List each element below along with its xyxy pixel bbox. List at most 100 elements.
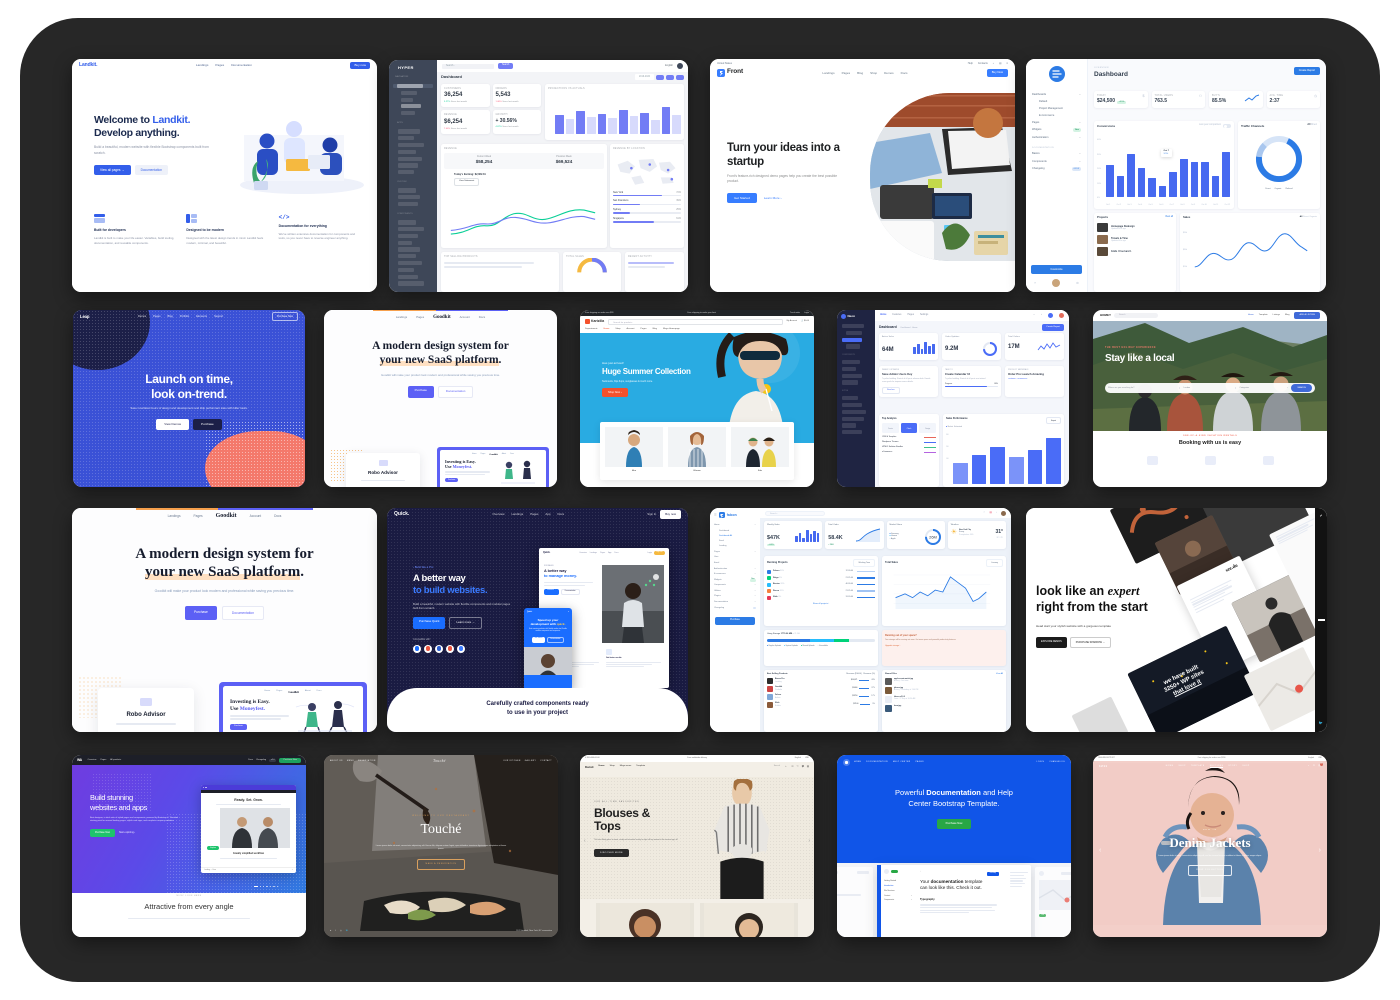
compare-icon[interactable]: ⇄ (802, 765, 804, 768)
cart-icon[interactable]: ▤ (807, 765, 809, 768)
docs-nav-3[interactable]: PAGES (916, 761, 924, 764)
falcon-search-input[interactable]: Search... (765, 510, 825, 516)
kartzilla-category-men[interactable]: Men (605, 427, 663, 475)
docs-login-link[interactable]: LOGIN (1036, 761, 1044, 764)
quick-buy-button[interactable]: Buy now (660, 510, 681, 519)
carousel-prev-icon[interactable]: ‹ (584, 838, 586, 845)
template-card-hyper[interactable]: HYPER NAVIGATION APPS CUSTOM COMPONENTS … (389, 60, 688, 292)
avatar[interactable] (1051, 279, 1060, 287)
kartzilla-departments[interactable]: Departments (585, 328, 598, 331)
vacation-add-listing-button[interactable]: ADD A LISTING (1294, 312, 1320, 319)
kartzilla-nav-3[interactable]: Pages (640, 328, 646, 331)
hyper-action-2[interactable] (676, 74, 684, 80)
expert-explore-demos-button[interactable]: EXPLORE DEMOS (1036, 637, 1067, 648)
vacation-nav-2[interactable]: Listings (1273, 314, 1280, 317)
template-card-goodkit-large[interactable]: Landings Pages Goodkit Account Docs A mo… (72, 508, 377, 732)
twitter-icon[interactable]: 🐦 (1319, 721, 1323, 726)
vacation-nav-1[interactable]: Template (1259, 314, 1268, 317)
avatar[interactable] (1059, 313, 1064, 318)
goodkit-s-nav-3[interactable]: Docs (479, 315, 485, 320)
goodkit-s-nav-0[interactable]: Landings (396, 315, 407, 320)
hyper-language-select[interactable]: English (665, 64, 673, 67)
touche-nav-1[interactable]: MENU (347, 760, 354, 763)
admin-sidebar-list[interactable]: Dashboards ⌄ Default Project Management E… (1026, 91, 1087, 173)
carousel-next-icon[interactable]: › (1319, 846, 1321, 855)
template-card-denim[interactable]: 1800-888-SUPPORT Free shipping for order… (1093, 755, 1327, 937)
vacation-nav-3[interactable]: Blog (1285, 314, 1289, 317)
search-icon[interactable]: ⌕ (785, 765, 786, 768)
kartzilla-nav-4[interactable]: Blog (653, 328, 657, 331)
front-nav-3[interactable]: Shop (870, 71, 877, 75)
sales-nav-3[interactable]: Settings (920, 314, 928, 317)
search-icon[interactable]: ⌕ (993, 62, 994, 65)
template-card-leap[interactable]: Leap Demos Pages Blog Portfolio Elements… (73, 310, 305, 487)
front-nav-1[interactable]: Pages (842, 71, 851, 75)
docs-sidebar-list[interactable]: Getting Started Introduction File Struct… (884, 879, 912, 903)
vacation-nav-0[interactable]: Home (1248, 314, 1254, 317)
template-card-vacation[interactable]: HOMEY Search Home Template Listings Blog… (1093, 310, 1327, 487)
goodkit-s-nav-1[interactable]: Pages (416, 315, 424, 320)
kartzilla-category-women[interactable]: Women (668, 427, 726, 475)
denim-nav-2[interactable]: TEMPLATE (1191, 765, 1205, 769)
template-card-blouses[interactable]: ✆ 800-000-00-00 Free worldwide delivery … (580, 755, 814, 937)
denim-lang[interactable]: English (1308, 757, 1314, 759)
blouses-discover-button[interactable]: DISCOVER MORE (594, 848, 629, 858)
falcon-upgrade-link[interactable]: Upgrade storage › (885, 645, 1003, 648)
blouses-lang[interactable]: English (795, 757, 801, 760)
search-icon[interactable]: ⌕ (1308, 765, 1310, 768)
landkit-view-pages-button[interactable]: View all pages → (94, 164, 131, 176)
kartzilla-nav-0[interactable]: Home (604, 328, 610, 331)
share-icon[interactable]: ↱ (1320, 514, 1323, 519)
docs-purchase-button[interactable]: Purchase Now (936, 818, 972, 830)
leap-nav-2[interactable]: Blog (168, 315, 173, 319)
denim-nav-3[interactable]: SECTIONS (1209, 765, 1224, 769)
webapp-changelog-link[interactable]: Changelog (256, 759, 266, 762)
template-card-sales-dashboard[interactable]: Neon COMPONENTS EXTRA Home Features Page… (837, 310, 1069, 487)
webapp-purchase-button[interactable]: Purchase Now (279, 757, 301, 764)
docs-changelog-link[interactable]: CHANGELOG (1049, 761, 1065, 764)
expert-side-rail[interactable]: ↱ 🐦 (1315, 508, 1327, 732)
blouses-nav-1[interactable]: Shop (610, 765, 615, 768)
template-card-expert[interactable]: ↱ 🐦 see.do we have built 3250+ WP sites … (1026, 508, 1327, 732)
kartzilla-login[interactable]: Login (804, 312, 809, 315)
template-card-touche[interactable]: ABOUT US MENU RESERVATION Touché OUR KIT… (324, 755, 558, 937)
webapp-nav-1[interactable]: Pages (100, 759, 106, 762)
template-card-admin-dashboard[interactable]: Dashboards ⌄ Default Project Management E… (1026, 59, 1326, 292)
leap-purchase-button[interactable]: Purchase Now (271, 311, 298, 322)
help-icon[interactable]: ? (1034, 281, 1036, 285)
denim-nav-4[interactable]: STORY (1228, 765, 1237, 769)
carousel-prev-icon[interactable]: ‹ (1099, 846, 1101, 855)
hyper-view-statement-button[interactable]: View Statement (454, 177, 480, 186)
touche-social-icons[interactable]: ● f ◎ 🐦 (330, 930, 349, 933)
bell-icon[interactable]: ♪ (996, 511, 997, 514)
landkit-nav-1[interactable]: Pages (215, 63, 224, 67)
admin-customize-button[interactable]: Customize (1031, 264, 1082, 274)
menu-icon[interactable]: ≡ (1007, 62, 1008, 65)
carousel-next-icon[interactable]: › (808, 838, 810, 845)
landkit-nav-0[interactable]: Landings (196, 63, 209, 67)
kartzilla-track-order[interactable]: Track order (790, 312, 800, 315)
vacation-search-bar[interactable]: Where are you searching for? London Cate… (1105, 383, 1315, 393)
conversions-toggle[interactable] (1223, 124, 1231, 129)
docs-nav-0[interactable]: HOME (854, 761, 861, 764)
moon-icon[interactable]: ☾ (983, 511, 985, 514)
front-help-link[interactable]: Help (968, 62, 973, 65)
goodkit-l-nav-1[interactable]: Pages (194, 514, 203, 518)
quick-signin-link[interactable]: Sign In (647, 512, 656, 517)
leap-nav-1[interactable]: Pages (153, 315, 160, 319)
front-learn-more-link[interactable]: Learn More › (764, 196, 782, 200)
hyper-search-input[interactable]: Search... (442, 63, 494, 69)
admin-projects-view-all[interactable]: View all (1165, 216, 1173, 220)
goodkit-l-nav-0[interactable]: Landings (168, 514, 181, 518)
goodkit-s-docs-button[interactable]: Documentation (437, 386, 474, 399)
heart-icon[interactable]: ♡ (797, 765, 799, 768)
cart-icon[interactable]: ▤ (990, 511, 992, 514)
quick-nav-0[interactable]: Overview (492, 512, 504, 517)
menu-icon[interactable]: ☰ (714, 513, 717, 517)
settings-icon[interactable]: ⚙ (1076, 281, 1079, 285)
quick-purchase-button[interactable]: Purchase Quick (413, 617, 446, 630)
template-card-falcon[interactable]: ☰ falcon Home ⌄ Dashboard Dashboard Alt F… (710, 508, 1011, 732)
touche-nav-2[interactable]: RESERVATION (358, 760, 376, 763)
falcon-purchase-button[interactable]: Purchase (715, 616, 755, 625)
quick-nav-4[interactable]: Docs (558, 512, 565, 517)
